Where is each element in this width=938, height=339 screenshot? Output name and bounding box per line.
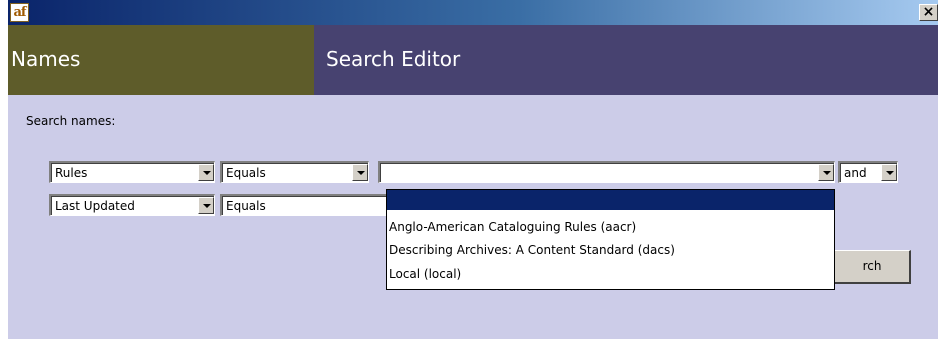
field-select-value: Last Updated [55, 199, 135, 213]
chevron-down-icon [886, 171, 894, 175]
field-dropdown-button[interactable] [198, 197, 214, 214]
value-dropdown-button[interactable] [818, 164, 834, 181]
field-dropdown-button[interactable] [198, 164, 214, 181]
conjunction-select-value: and [844, 166, 867, 180]
dropdown-option-aacr[interactable]: Anglo-American Cataloguing Rules (aacr) [387, 217, 834, 237]
search-button-label: rch [862, 259, 882, 273]
field-select-last-updated[interactable]: Last Updated [49, 194, 215, 216]
search-editor-title: Search Editor [326, 47, 461, 71]
value-select-row1[interactable] [378, 161, 835, 183]
operator-select-value: Equals [226, 166, 266, 180]
conjunction-select[interactable]: and [838, 161, 898, 183]
chevron-down-icon [823, 171, 831, 175]
field-select-rules[interactable]: Rules [49, 161, 215, 183]
operator-dropdown-button[interactable] [352, 164, 368, 181]
title-bar[interactable]: af × [8, 0, 938, 25]
chevron-down-icon [203, 204, 211, 208]
value-dropdown-list: Anglo-American Cataloguing Rules (aacr) … [386, 189, 835, 290]
dropdown-option-dacs[interactable]: Describing Archives: A Content Standard … [387, 240, 834, 260]
operator-select-row2[interactable]: Equals [220, 194, 390, 216]
names-header: Names [8, 25, 314, 95]
app-logo-icon: af [10, 3, 29, 22]
names-title: Names [11, 47, 81, 71]
dropdown-option-empty[interactable] [387, 190, 834, 210]
chevron-down-icon [203, 171, 211, 175]
close-button[interactable]: × [919, 4, 938, 21]
conjunction-dropdown-button[interactable] [881, 164, 897, 181]
operator-select-row1[interactable]: Equals [220, 161, 369, 183]
operator-select-value: Equals [226, 199, 266, 213]
application-window: af × Names Search Editor Search names: R… [8, 0, 938, 339]
search-names-label: Search names: [26, 114, 116, 128]
dropdown-option-local[interactable]: Local (local) [387, 264, 834, 284]
chevron-down-icon [357, 171, 365, 175]
field-select-value: Rules [55, 166, 88, 180]
search-editor-header: Search Editor [314, 25, 938, 95]
